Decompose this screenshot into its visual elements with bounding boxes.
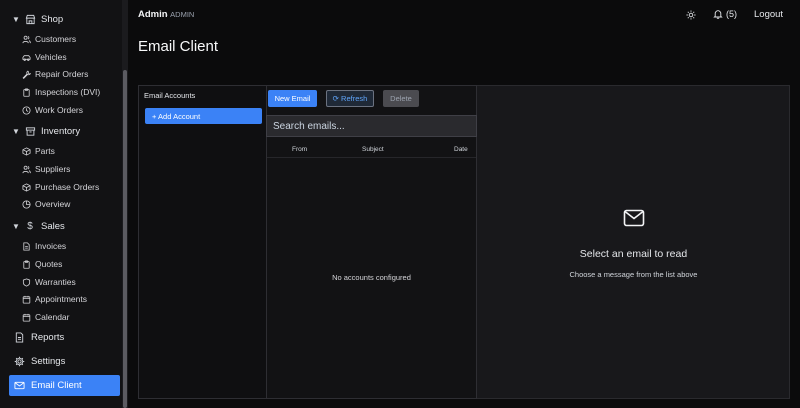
sidebar-item-overview[interactable]: Overview <box>22 199 70 209</box>
dollar-icon: $ <box>27 220 33 232</box>
email-accounts-pane: Email Accounts + Add Account <box>138 85 267 399</box>
search-input[interactable] <box>266 115 477 137</box>
sidebar-item-label: Inspections (DVI) <box>35 87 101 97</box>
sidebar-section-sales[interactable]: ▼ $ Sales <box>12 220 65 232</box>
sidebar-item-label: Invoices <box>35 241 67 251</box>
sidebar-item-label: Overview <box>35 199 71 209</box>
clock-icon <box>22 105 31 115</box>
sidebar-item-reports[interactable]: Reports <box>14 332 64 343</box>
sidebar-item-label: Purchase Orders <box>35 182 100 192</box>
sidebar-item-label: Appointments <box>35 294 87 304</box>
sidebar-scrollbar[interactable] <box>122 0 128 408</box>
package-icon <box>22 146 31 156</box>
sidebar-section-inventory[interactable]: ▼ Inventory <box>12 125 80 137</box>
sidebar-section-shop[interactable]: ▼ Shop <box>12 13 63 25</box>
calendar-icon <box>22 295 31 304</box>
sidebar-item-label: Settings <box>31 356 66 367</box>
sidebar-item-label: Email Client <box>31 380 82 391</box>
sidebar-section-label: Inventory <box>41 125 81 137</box>
car-icon <box>22 53 31 62</box>
sidebar-item-quotes[interactable]: Quotes <box>22 259 62 269</box>
sidebar-item-calendar[interactable]: Calendar <box>22 312 70 322</box>
notification-count: (5) <box>726 9 737 19</box>
calendar-icon <box>22 313 31 322</box>
store-icon <box>24 13 36 25</box>
bell-icon <box>713 10 723 19</box>
sidebar-item-suppliers[interactable]: Suppliers <box>22 164 70 174</box>
theme-toggle-button[interactable] <box>685 9 697 21</box>
mail-icon <box>14 380 25 391</box>
sidebar-item-parts[interactable]: Parts <box>22 146 55 156</box>
email-accounts-title: Email Accounts <box>144 91 196 100</box>
shield-icon <box>22 277 31 287</box>
refresh-button[interactable]: ⟳ Refresh <box>326 90 374 107</box>
pie-chart-icon <box>22 199 31 209</box>
sidebar-item-inspections[interactable]: Inspections (DVI) <box>22 87 100 97</box>
sidebar-section-label: Sales <box>41 220 65 232</box>
caret-down-icon: ▼ <box>12 221 20 231</box>
clipboard-icon <box>22 87 31 97</box>
sidebar-item-work-orders[interactable]: Work Orders <box>22 105 83 115</box>
logout-button[interactable]: Logout <box>754 9 783 20</box>
sidebar-item-label: Calendar <box>35 312 70 322</box>
user-role: · ADMIN <box>166 10 195 19</box>
column-header-date[interactable]: Date <box>454 146 468 153</box>
archive-icon <box>24 125 36 137</box>
sidebar-item-warranties[interactable]: Warranties <box>22 277 76 287</box>
sun-icon <box>686 10 696 20</box>
sidebar-item-appointments[interactable]: Appointments <box>22 294 87 304</box>
gear-icon <box>14 356 25 367</box>
column-header-subject[interactable]: Subject <box>362 146 384 153</box>
sidebar-item-label: Warranties <box>35 277 76 287</box>
delete-button[interactable]: Delete <box>383 90 419 107</box>
wrench-icon <box>22 70 31 79</box>
sidebar-item-label: Work Orders <box>35 105 84 115</box>
users-icon <box>22 165 31 174</box>
envelope-icon <box>623 209 645 227</box>
column-divider <box>267 157 476 158</box>
scrollbar-thumb[interactable] <box>123 70 127 408</box>
file-text-icon <box>14 332 25 343</box>
sidebar-item-label: Parts <box>35 146 55 156</box>
user-name: Admin <box>138 9 168 20</box>
sidebar-item-label: Repair Orders <box>35 69 89 79</box>
reader-empty-subtitle: Choose a message from the list above <box>569 270 698 279</box>
sidebar-section-label: Shop <box>41 13 64 25</box>
notifications-button[interactable]: (5) <box>713 9 737 19</box>
file-text-icon <box>22 241 31 251</box>
sidebar-item-email-client[interactable]: Email Client <box>9 375 120 396</box>
empty-list-message: No accounts configured <box>332 273 411 282</box>
clipboard-icon <box>22 259 31 269</box>
sidebar-item-label: Vehicles <box>35 52 67 62</box>
sidebar-item-vehicles[interactable]: Vehicles <box>22 52 67 62</box>
column-header-from[interactable]: From <box>292 146 307 153</box>
sidebar-item-settings[interactable]: Settings <box>14 356 65 367</box>
sidebar-item-label: Suppliers <box>35 164 71 174</box>
sidebar: ▼ Shop Customers Vehicles Repair Orders … <box>0 0 122 408</box>
sidebar-item-label: Quotes <box>35 259 63 269</box>
sidebar-item-customers[interactable]: Customers <box>22 34 76 44</box>
sidebar-item-purchase-orders[interactable]: Purchase Orders <box>22 182 99 192</box>
sidebar-item-invoices[interactable]: Invoices <box>22 241 66 251</box>
page-title: Email Client <box>138 38 219 55</box>
sidebar-item-label: Reports <box>31 332 65 343</box>
new-email-button[interactable]: New Email <box>268 90 317 107</box>
users-icon <box>22 35 31 44</box>
caret-down-icon: ▼ <box>12 126 20 136</box>
reader-empty-title: Select an email to read <box>579 248 688 260</box>
add-account-button[interactable]: + Add Account <box>145 108 262 124</box>
caret-down-icon: ▼ <box>12 14 20 24</box>
sidebar-item-label: Customers <box>35 34 77 44</box>
sidebar-item-repair-orders[interactable]: Repair Orders <box>22 69 88 79</box>
package-icon <box>22 182 31 192</box>
